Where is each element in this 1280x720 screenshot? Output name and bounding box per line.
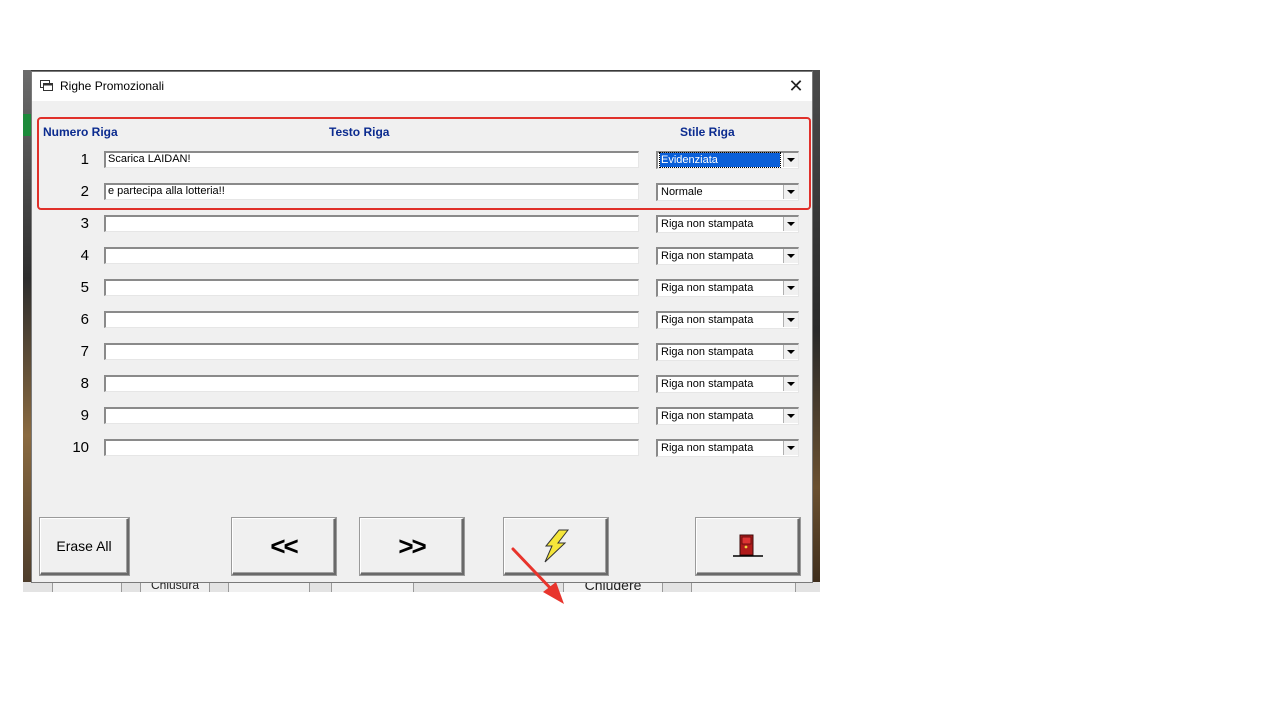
background-button-3 <box>228 582 310 592</box>
header-testo-riga: Testo Riga <box>329 125 390 139</box>
erase-all-label: Erase All <box>56 538 112 554</box>
row-text-input[interactable]: e partecipa alla lotteria!! <box>104 183 639 200</box>
close-button[interactable]: ✕ <box>780 72 812 101</box>
row-style-select[interactable]: Riga non stampata <box>656 343 799 361</box>
row-style-value: Normale <box>661 186 703 198</box>
righe-promozionali-dialog: Righe Promozionali ✕ Numero Riga Testo R… <box>31 71 813 604</box>
row-number: 6 <box>80 311 89 328</box>
row-number: 4 <box>80 247 89 264</box>
chevron-down-icon[interactable] <box>783 281 798 295</box>
background-chiusura-label: Chiusura <box>150 582 200 592</box>
chevron-down-icon[interactable] <box>783 409 798 423</box>
row-style-value: Evidenziata <box>659 152 781 168</box>
row-text-input[interactable] <box>104 375 639 392</box>
row-style-value: Riga non stampata <box>661 250 754 262</box>
chevron-down-icon[interactable] <box>783 313 798 327</box>
row-number: 3 <box>80 215 89 232</box>
row-style-value: Riga non stampata <box>661 314 754 326</box>
lightning-icon <box>544 529 569 563</box>
row-text-input[interactable] <box>104 215 639 232</box>
row-text-input[interactable]: Scarica LAIDAN! <box>104 151 639 168</box>
previous-label: << <box>270 530 298 561</box>
row-style-select[interactable]: Riga non stampata <box>656 311 799 329</box>
row-style-select[interactable]: Riga non stampata <box>656 375 799 393</box>
row-number: 2 <box>80 183 89 200</box>
row-style-select[interactable]: Riga non stampata <box>656 439 799 457</box>
background-button-1 <box>52 582 122 592</box>
chevron-down-icon[interactable] <box>783 377 798 391</box>
dialog-title: Righe Promozionali <box>60 79 165 93</box>
row-text-input[interactable] <box>104 311 639 328</box>
execute-button[interactable] <box>504 518 608 575</box>
window-icon <box>40 80 53 91</box>
title-bar: Righe Promozionali ✕ <box>32 72 812 101</box>
header-stile-riga: Stile Riga <box>680 125 735 139</box>
row-number: 10 <box>72 439 89 456</box>
background-left-edge <box>23 70 31 592</box>
row-text-input[interactable] <box>104 279 639 296</box>
row-text-input[interactable] <box>104 439 639 456</box>
close-icon: ✕ <box>788 76 804 96</box>
row-style-value: Riga non stampata <box>661 442 754 454</box>
row-style-value: Riga non stampata <box>661 282 754 294</box>
row-style-select[interactable]: Riga non stampata <box>656 279 799 297</box>
row-style-select[interactable]: Riga non stampata <box>656 407 799 425</box>
header-numero-riga: Numero Riga <box>43 125 118 139</box>
row-style-value: Riga non stampata <box>661 218 754 230</box>
row-style-select[interactable]: Normale <box>656 183 799 201</box>
chevron-down-icon[interactable] <box>783 185 798 199</box>
row-number: 7 <box>80 343 89 360</box>
row-text-input[interactable] <box>104 247 639 264</box>
background-button-chiusura: Chiusura <box>140 582 210 592</box>
next-label: >> <box>398 530 426 561</box>
chevron-down-icon[interactable] <box>783 153 798 167</box>
erase-all-button[interactable]: Erase All <box>40 518 129 575</box>
background-button-chiudere: Chiudere <box>563 582 663 592</box>
row-style-value: Riga non stampata <box>661 378 754 390</box>
row-number: 9 <box>80 407 89 424</box>
background-chiudere-label: Chiudere <box>584 582 642 592</box>
previous-button[interactable]: << <box>232 518 336 575</box>
row-number: 5 <box>80 279 89 296</box>
row-style-value: Riga non stampata <box>661 410 754 422</box>
row-style-select[interactable]: Riga non stampata <box>656 215 799 233</box>
background-button-4 <box>331 582 414 592</box>
row-number: 1 <box>80 151 89 168</box>
chevron-down-icon[interactable] <box>783 217 798 231</box>
chevron-down-icon[interactable] <box>783 345 798 359</box>
row-text-input[interactable] <box>104 343 639 360</box>
door-exit-icon <box>732 534 763 557</box>
row-style-value: Riga non stampata <box>661 346 754 358</box>
background-green-badge <box>23 114 31 136</box>
chevron-down-icon[interactable] <box>783 249 798 263</box>
background-right-edge <box>812 70 820 592</box>
row-number: 8 <box>80 375 89 392</box>
row-style-select[interactable]: Evidenziata <box>656 151 799 169</box>
chevron-down-icon[interactable] <box>783 441 798 455</box>
row-style-select[interactable]: Riga non stampata <box>656 247 799 265</box>
row-text-input[interactable] <box>104 407 639 424</box>
next-button[interactable]: >> <box>360 518 464 575</box>
exit-button[interactable] <box>696 518 800 575</box>
background-button-exit <box>691 582 796 592</box>
